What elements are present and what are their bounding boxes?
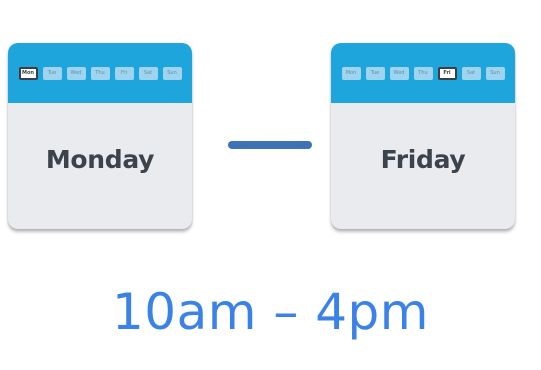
start-day-label: Monday [45,144,155,174]
day-chip-fri: Fri [114,66,134,80]
calendar-header-start: Mon Tue Wed Thu Fri Sat Sun [8,43,192,103]
range-dash [228,141,312,149]
day-chip-thu: Thu [413,66,433,80]
day-chip-tue: Tue [42,66,62,80]
calendar-header-end: Mon Tue Wed Thu Fri Sat Sun [331,43,515,103]
day-chip-sun: Sun [485,66,505,80]
calendar-body-end: Friday [331,103,515,229]
hours-range-text: 10am – 4pm [111,283,429,341]
day-chip-mon: Mon [341,66,361,80]
day-chip-tue: Tue [365,66,385,80]
day-chip-thu: Thu [90,66,110,80]
day-chip-sun: Sun [162,66,182,80]
calendar-icon: Mon Tue Wed Thu Fri Sat Sun Friday [331,43,515,229]
day-chip-wed: Wed [66,66,86,80]
end-day-label: Friday [380,144,466,174]
day-chip-sat: Sat [461,66,481,80]
calendar-icon: Mon Tue Wed Thu Fri Sat Sun Monday [8,43,192,229]
business-hours-graphic: Mon Tue Wed Thu Fri Sat Sun Monday Mon T… [0,0,541,370]
day-chip-mon: Mon [18,66,38,80]
calendar-body-start: Monday [8,103,192,229]
day-chip-wed: Wed [389,66,409,80]
day-chip-fri: Fri [437,66,457,80]
day-chip-sat: Sat [138,66,158,80]
